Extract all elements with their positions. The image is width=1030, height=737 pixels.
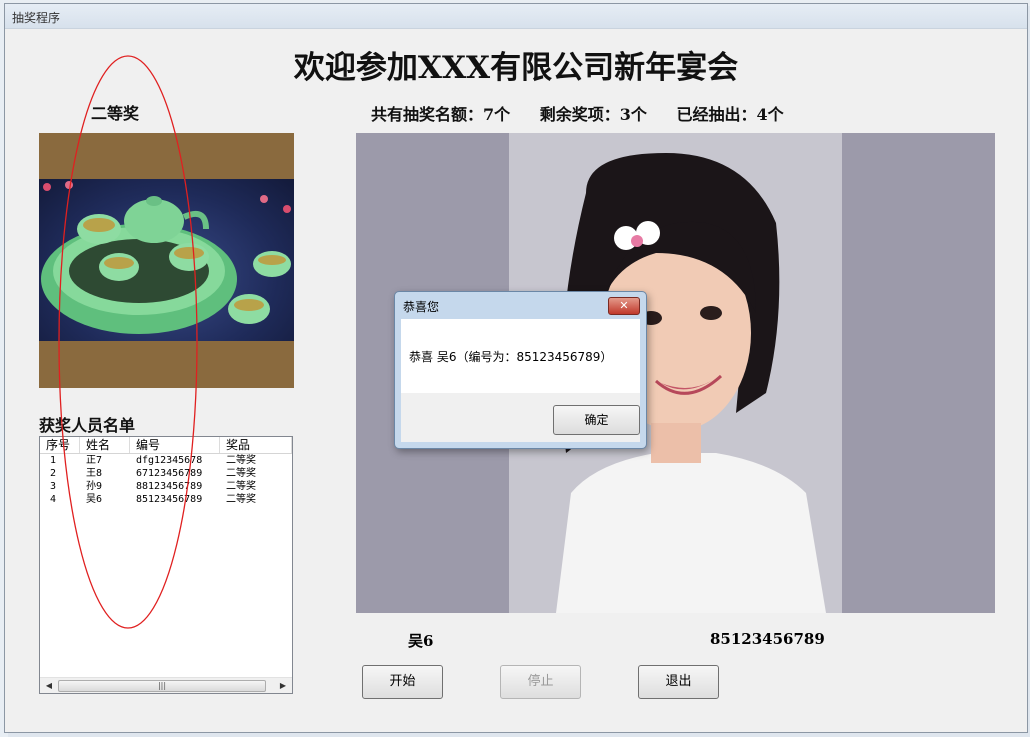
winners-list[interactable]: 序号 姓名 编号 奖品 1 正7 dfg12345678 二等奖 2 王8 67… <box>39 436 293 694</box>
cell-prize: 二等奖 <box>226 494 256 505</box>
scroll-thumb[interactable]: ||| <box>58 680 266 692</box>
prize-level-label: 二等奖 <box>91 104 140 123</box>
dialog-body: 恭喜 吴6（编号为：85123456789） <box>401 319 640 393</box>
cell-index: 4 <box>50 494 57 505</box>
stop-button[interactable]: 停止 <box>500 665 581 699</box>
cell-index: 3 <box>50 481 57 492</box>
cell-index: 1 <box>50 455 57 466</box>
title-bar[interactable]: 抽奖程序 <box>5 4 1027 29</box>
cell-name: 孙9 <box>86 481 103 492</box>
cell-code: 67123456789 <box>136 468 203 479</box>
winners-list-title: 获奖人员名单 <box>39 416 136 435</box>
column-header-code[interactable]: 编号 <box>130 437 220 453</box>
cell-name: 正7 <box>86 455 103 466</box>
exit-button[interactable]: 退出 <box>638 665 719 699</box>
winners-list-header: 序号 姓名 编号 奖品 <box>40 437 292 454</box>
scroll-right-icon[interactable]: ▶ <box>276 679 290 692</box>
cell-prize: 二等奖 <box>226 481 256 492</box>
cell-code: 85123456789 <box>136 494 203 505</box>
cell-prize: 二等奖 <box>226 468 256 479</box>
cell-code: 88123456789 <box>136 481 203 492</box>
winner-name-label: 吴6 <box>408 632 434 650</box>
lottery-window: 抽奖程序 欢迎参加XXX有限公司新年宴会 二等奖 共有抽奖名额：7个 剩余奖项：… <box>4 3 1028 733</box>
column-header-name[interactable]: 姓名 <box>80 437 130 453</box>
scroll-grip-icon: ||| <box>157 681 167 690</box>
cell-prize: 二等奖 <box>226 455 256 466</box>
remaining-prizes-label: 剩余奖项：3个 <box>539 105 647 124</box>
dialog-footer: 确定 <box>401 393 640 442</box>
drawn-count-label: 已经抽出：4个 <box>676 105 784 124</box>
winner-code-label: 85123456789 <box>710 630 825 648</box>
cell-name: 吴6 <box>86 494 103 505</box>
column-header-index[interactable]: 序号 <box>40 437 80 453</box>
column-header-prize[interactable]: 奖品 <box>220 437 292 453</box>
close-icon[interactable]: ✕ <box>608 297 640 315</box>
dialog-title: 恭喜您 <box>403 300 440 314</box>
scroll-left-icon[interactable]: ◀ <box>42 679 56 692</box>
dialog-message: 恭喜 吴6（编号为：85123456789） <box>409 350 613 364</box>
total-quota-label: 共有抽奖名额：7个 <box>371 105 511 124</box>
page-title: 欢迎参加XXX有限公司新年宴会 <box>293 50 739 86</box>
horizontal-scrollbar[interactable]: ◀ ||| ▶ <box>40 677 292 693</box>
cell-index: 2 <box>50 468 57 479</box>
draw-stats: 共有抽奖名额：7个 剩余奖项：3个 已经抽出：4个 <box>371 101 808 125</box>
congrats-dialog: 恭喜您 ✕ 恭喜 吴6（编号为：85123456789） 确定 <box>394 291 647 449</box>
ok-button[interactable]: 确定 <box>553 405 640 435</box>
cell-code: dfg12345678 <box>136 455 203 466</box>
tea-set-image <box>39 133 294 388</box>
cell-name: 王8 <box>86 468 103 479</box>
start-button[interactable]: 开始 <box>362 665 443 699</box>
window-title: 抽奖程序 <box>12 11 61 25</box>
